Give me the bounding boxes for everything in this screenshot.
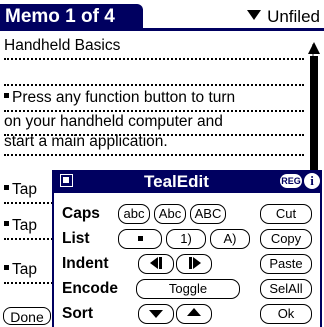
select-all-button[interactable]: SelAll bbox=[260, 279, 312, 299]
sort-up-icon bbox=[187, 308, 201, 316]
memo-line[interactable]: Handheld Basics bbox=[4, 34, 304, 60]
arrow-right-icon bbox=[192, 257, 201, 269]
sort-descending-button[interactable] bbox=[138, 304, 174, 324]
memo-line-text: Tap bbox=[12, 217, 37, 234]
memo-line-text: Handheld Basics bbox=[4, 37, 121, 54]
ok-button[interactable]: Ok bbox=[260, 304, 312, 324]
list-bullet-button[interactable] bbox=[118, 229, 162, 249]
info-icon[interactable]: i bbox=[304, 173, 320, 189]
bullet-icon bbox=[4, 93, 9, 98]
outdent-button[interactable] bbox=[138, 254, 174, 274]
memo-line-text: on your handheld computer and bbox=[4, 113, 223, 130]
arrow-left-icon bbox=[149, 257, 158, 269]
sort-down-icon bbox=[149, 310, 163, 318]
indent-label: Indent bbox=[62, 255, 109, 272]
encode-label: Encode bbox=[62, 280, 118, 297]
caps-title-button[interactable]: Abc bbox=[154, 204, 186, 224]
scroll-up-icon[interactable] bbox=[308, 42, 320, 54]
bullet-icon bbox=[137, 236, 143, 241]
sort-ascending-button[interactable] bbox=[176, 304, 212, 324]
memo-title[interactable]: Memo 1 of 4 bbox=[0, 4, 143, 30]
bullet-icon bbox=[4, 185, 9, 190]
caps-label: Caps bbox=[62, 205, 100, 222]
category-picker[interactable]: Unfiled bbox=[247, 6, 320, 28]
sort-label: Sort bbox=[62, 305, 93, 322]
menu-icon[interactable] bbox=[60, 174, 73, 187]
triangle-down-icon bbox=[247, 10, 262, 20]
list-number-button[interactable]: 1) bbox=[166, 229, 206, 249]
bar-icon bbox=[188, 257, 192, 269]
done-button[interactable]: Done bbox=[3, 307, 51, 325]
cut-button[interactable]: Cut bbox=[260, 204, 312, 224]
bullet-icon bbox=[4, 221, 9, 226]
popup-title-bar: TealEdit REG i bbox=[52, 170, 322, 193]
memo-line[interactable]: start a main application. bbox=[4, 130, 304, 156]
bar-icon bbox=[158, 257, 162, 269]
memo-line-text: start a main application. bbox=[4, 133, 168, 150]
caps-upper-button[interactable]: ABC bbox=[190, 204, 226, 224]
memo-line-text: Press any function button to turn bbox=[12, 89, 236, 106]
list-letter-button[interactable]: A) bbox=[210, 229, 250, 249]
reg-badge[interactable]: REG bbox=[280, 174, 302, 188]
list-label: List bbox=[62, 230, 90, 247]
paste-button[interactable]: Paste bbox=[260, 254, 312, 274]
bullet-icon bbox=[4, 265, 9, 270]
toggle-button[interactable]: Toggle bbox=[136, 279, 240, 299]
popup-title: TealEdit bbox=[144, 172, 209, 191]
title-rule bbox=[0, 28, 324, 31]
memo-line[interactable] bbox=[4, 60, 304, 86]
tealedit-popup: Caps abc Abc ABC Cut List 1) A) Copy Ind… bbox=[52, 170, 322, 327]
category-label: Unfiled bbox=[267, 7, 320, 26]
memo-line[interactable]: Press any function button to turn bbox=[4, 86, 304, 112]
copy-button[interactable]: Copy bbox=[260, 229, 312, 249]
memo-line-text: Tap bbox=[12, 261, 37, 278]
memo-line-text: Tap bbox=[12, 181, 37, 198]
caps-lower-button[interactable]: abc bbox=[118, 204, 150, 224]
indent-button[interactable] bbox=[176, 254, 212, 274]
